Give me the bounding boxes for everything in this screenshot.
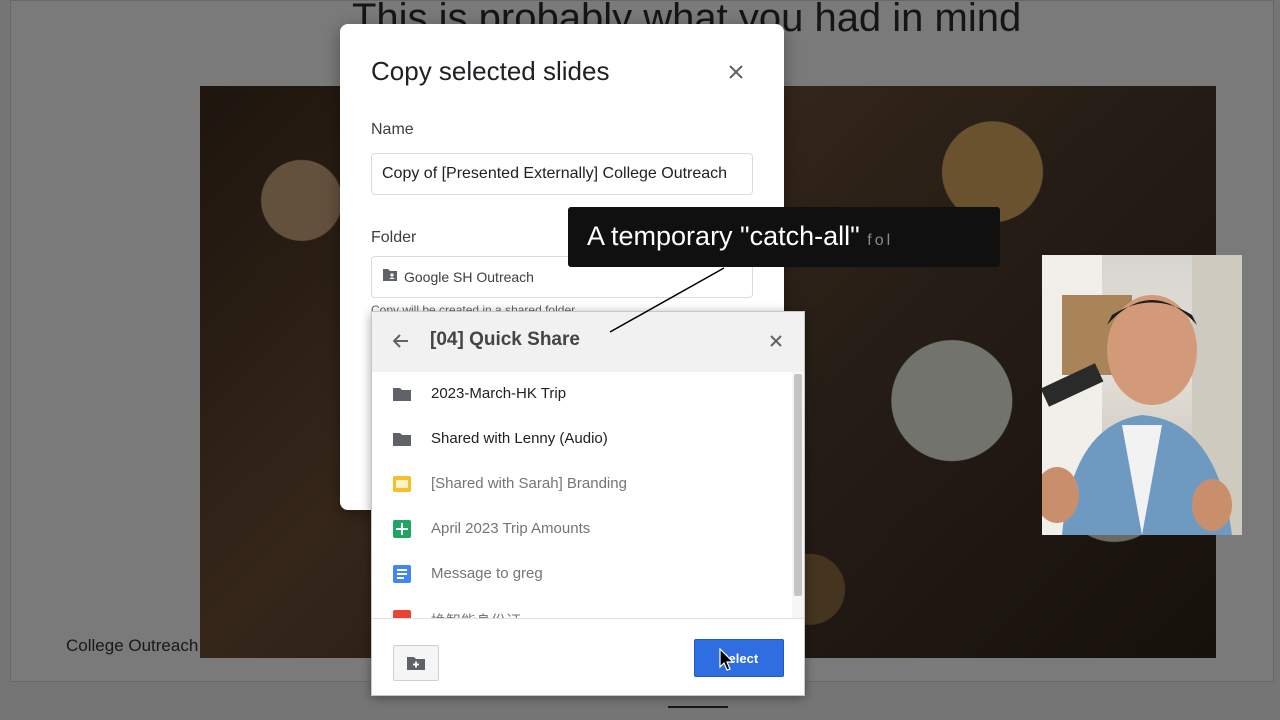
select-button[interactable]: Select	[694, 639, 784, 677]
back-arrow-icon[interactable]	[388, 328, 414, 354]
caption-main: A temporary "catch-all"	[587, 221, 860, 251]
name-label: Name	[371, 121, 414, 138]
scrollbar-thumb[interactable]	[794, 374, 802, 596]
folder-icon	[392, 429, 412, 449]
list-item-label: April 2023 Trip Amounts	[431, 520, 591, 537]
list-item-label: Message to greg	[431, 565, 543, 582]
dialog-title: Copy selected slides	[371, 56, 610, 86]
caption-text: A temporary "catch-all" fol	[587, 221, 893, 252]
list-item-label: Shared with Lenny (Audio)	[431, 430, 608, 447]
caption-fade: fol	[867, 232, 894, 249]
video-caption: A temporary "catch-all" fol	[568, 207, 1000, 267]
list-item[interactable]: Shared with Lenny (Audio)	[372, 417, 792, 461]
mouse-cursor-icon	[719, 648, 735, 671]
list-item-label: 換智能身份证	[431, 610, 521, 618]
close-icon[interactable]	[722, 58, 750, 86]
picker-scrollbar[interactable]	[792, 372, 804, 618]
list-item[interactable]: [Shared with Sarah] Branding	[372, 462, 792, 506]
picker-header: [04] Quick Share	[372, 312, 804, 372]
picker-list: 2023-March-HK Trip Shared with Lenny (Au…	[372, 372, 792, 618]
picker-title: [04] Quick Share	[430, 329, 580, 350]
shared-drive-icon	[382, 268, 398, 287]
slides-file-icon	[392, 474, 412, 494]
new-folder-button[interactable]	[393, 645, 439, 681]
folder-icon	[392, 384, 412, 404]
list-item[interactable]: 換智能身份证	[372, 597, 792, 618]
picker-footer: Select	[372, 618, 804, 696]
folder-picker: [04] Quick Share 2023-March-HK Trip Shar…	[371, 311, 805, 696]
list-item[interactable]: April 2023 Trip Amounts	[372, 507, 792, 551]
folder-label: Folder	[371, 229, 417, 246]
list-item[interactable]: 2023-March-HK Trip	[372, 372, 792, 416]
picker-close-icon[interactable]	[764, 329, 788, 353]
sheets-file-icon	[392, 519, 412, 539]
name-input[interactable]: Copy of [Presented Externally] College O…	[371, 153, 753, 195]
list-item[interactable]: Message to greg	[372, 552, 792, 596]
pdf-file-icon	[392, 609, 412, 618]
new-folder-icon	[407, 657, 425, 670]
docs-file-icon	[392, 564, 412, 584]
folder-value: Google SH Outreach	[404, 269, 534, 285]
webcam-video	[1042, 255, 1242, 535]
list-item-label: 2023-March-HK Trip	[431, 385, 567, 402]
list-item-label: [Shared with Sarah] Branding	[431, 475, 627, 492]
